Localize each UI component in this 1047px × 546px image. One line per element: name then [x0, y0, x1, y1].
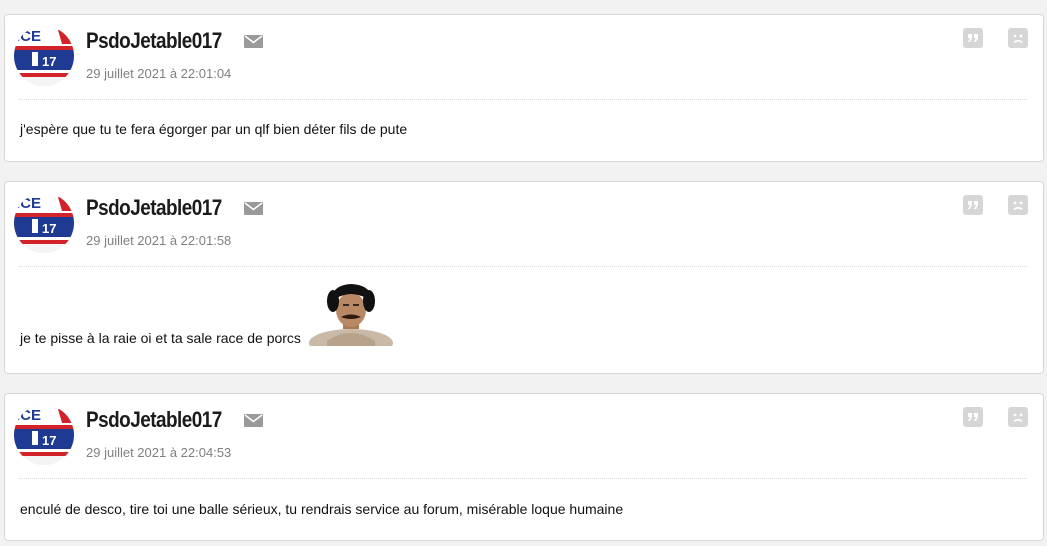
author-name[interactable]: PsdoJetable017: [86, 195, 222, 221]
sad-face-report-icon[interactable]: [1008, 28, 1028, 48]
post-date[interactable]: 29 juillet 2021 à 22:01:58: [86, 233, 231, 248]
forum-post: ICE 17 PsdoJetable017 29 juillet 2021 à …: [4, 393, 1044, 541]
separator: [19, 266, 1027, 267]
message-feed: ICE 17 PsdoJetable017 29 juillet 2021 à …: [0, 0, 1047, 546]
post-body: je te pisse à la raie oi et ta sale race…: [20, 281, 394, 346]
envelope-icon[interactable]: [244, 202, 263, 215]
author-name[interactable]: PsdoJetable017: [86, 28, 222, 54]
quote-icon[interactable]: [963, 195, 983, 215]
svg-text:17: 17: [42, 54, 56, 69]
svg-text:ICE: ICE: [16, 28, 41, 45]
svg-text:17: 17: [42, 221, 56, 236]
svg-text:ICE: ICE: [16, 407, 41, 424]
post-body: enculé de desco, tire toi une balle séri…: [20, 501, 624, 517]
avatar[interactable]: ICE 17: [14, 405, 74, 465]
quote-icon[interactable]: [963, 28, 983, 48]
svg-text:ICE: ICE: [16, 195, 41, 212]
forum-post: ICE 17 PsdoJetable017 29 juillet 2021 à …: [4, 14, 1044, 162]
svg-text:17: 17: [42, 433, 56, 448]
sad-face-report-icon[interactable]: [1008, 195, 1028, 215]
sad-face-report-icon[interactable]: [1008, 407, 1028, 427]
post-date[interactable]: 29 juillet 2021 à 22:01:04: [86, 66, 231, 81]
avatar[interactable]: ICE 17: [14, 26, 74, 86]
avatar[interactable]: ICE 17: [14, 193, 74, 253]
post-date[interactable]: 29 juillet 2021 à 22:04:53: [86, 445, 231, 460]
forum-post: ICE 17 PsdoJetable017 29 juillet 2021 à …: [4, 181, 1044, 374]
quote-icon[interactable]: [963, 407, 983, 427]
author-name[interactable]: PsdoJetable017: [86, 407, 222, 433]
post-body: j'espère que tu te fera égorger par un q…: [20, 121, 408, 137]
sticker-image: [308, 281, 394, 346]
envelope-icon[interactable]: [244, 35, 263, 48]
post-body-text: je te pisse à la raie oi et ta sale race…: [20, 330, 301, 346]
envelope-icon[interactable]: [244, 414, 263, 427]
separator: [19, 99, 1027, 100]
separator: [19, 478, 1027, 479]
